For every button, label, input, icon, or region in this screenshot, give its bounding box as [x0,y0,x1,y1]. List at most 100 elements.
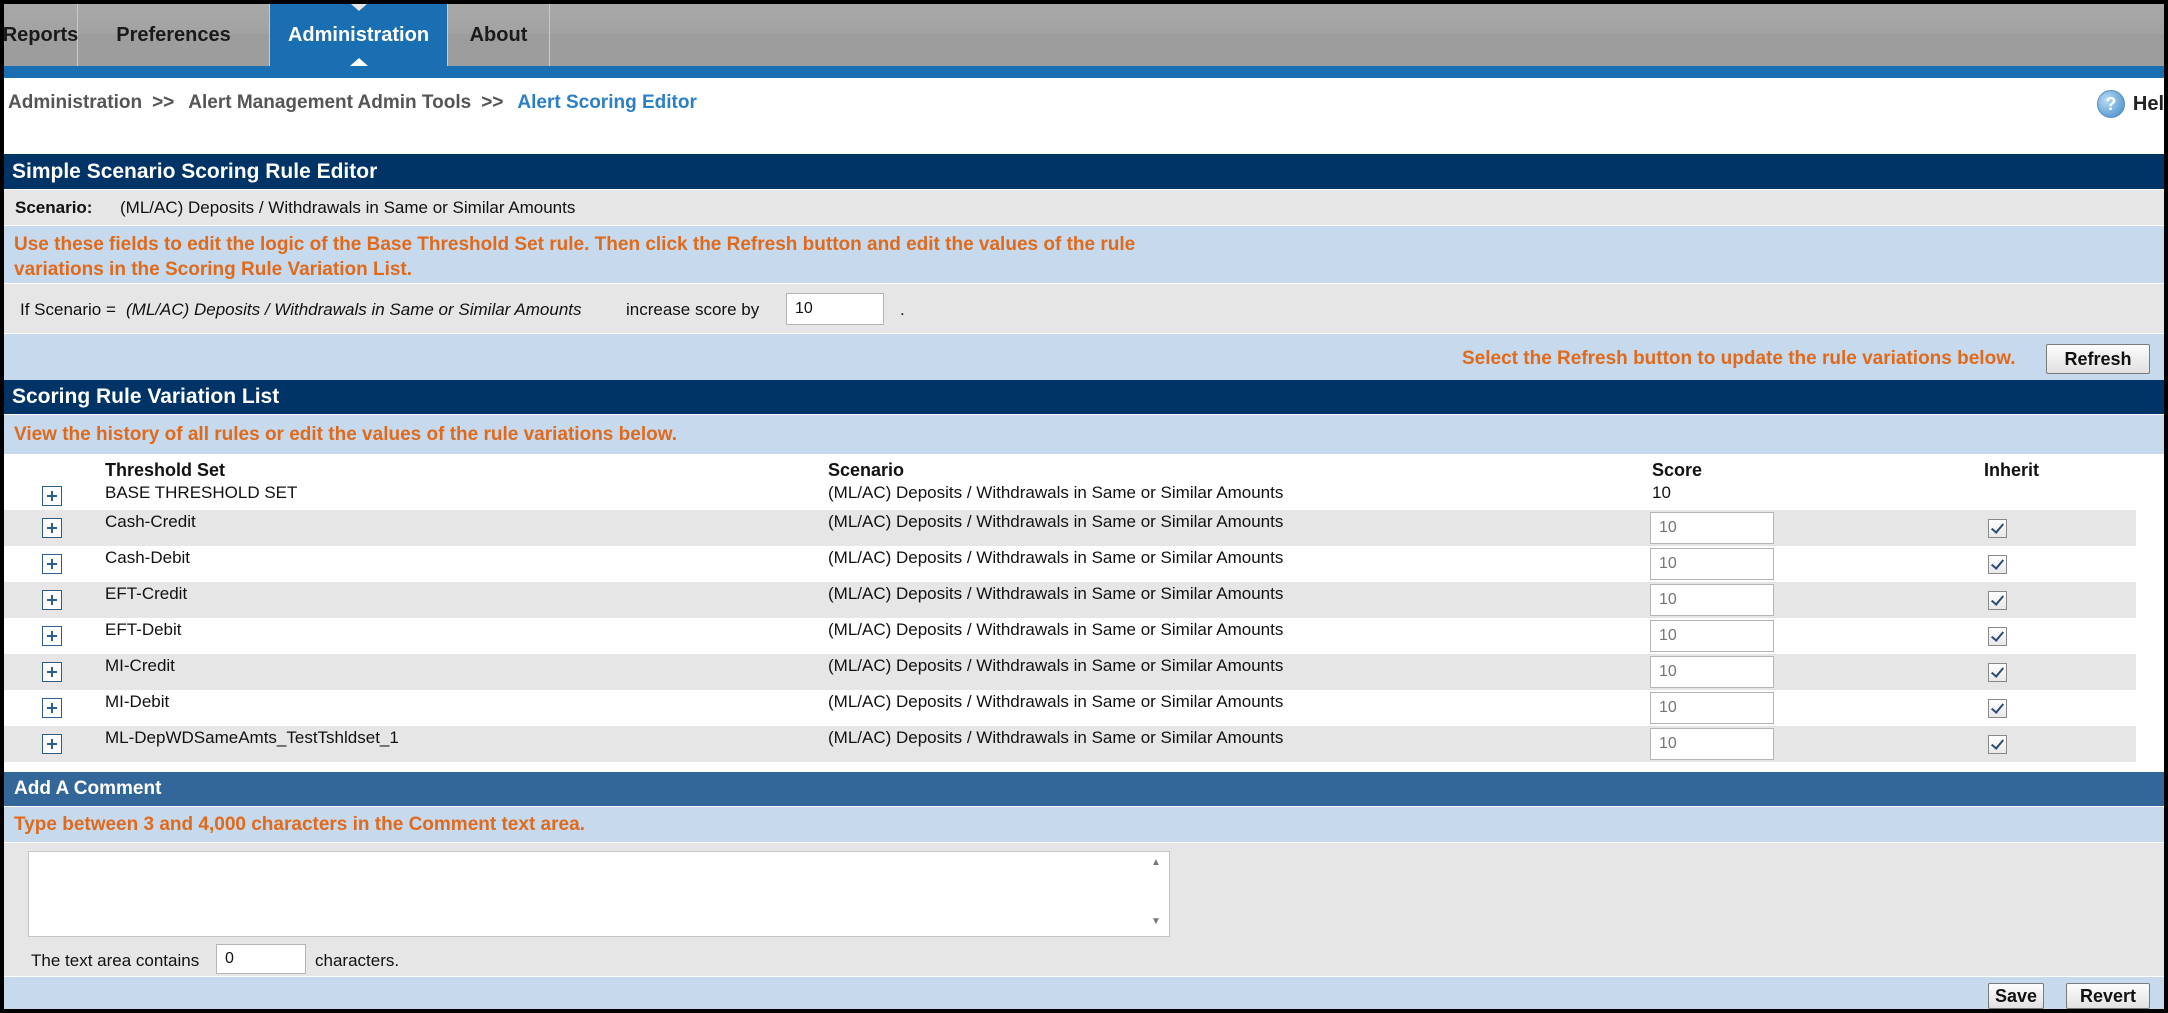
breadcrumb-administration[interactable]: Administration [8,92,142,113]
inherit-checkbox[interactable] [1988,555,2007,574]
column-header-inherit[interactable]: Inherit [1984,460,2039,481]
threshold-set-cell: BASE THRESHOLD SET [105,483,298,502]
rule-suffix: . [900,300,905,319]
breadcrumb: Administration >> Alert Management Admin T… [8,92,697,114]
expand-icon[interactable] [42,486,62,506]
scenario-label: Scenario: [15,198,93,217]
scenario-cell: (ML/AC) Deposits / Withdrawals in Same o… [828,483,1284,502]
app-window: Reports Preferences Administration About… [4,4,2164,1009]
scenario-cell: (ML/AC) Deposits / Withdrawals in Same o… [828,584,1284,603]
save-button[interactable]: Save [1988,983,2044,1009]
score-input[interactable] [1650,620,1774,652]
editor-title: Simple Scenario Scoring Rule Editor [12,159,378,183]
scenario-value: (ML/AC) Deposits / Withdrawals in Same o… [120,198,576,217]
expand-icon[interactable] [42,518,62,538]
char-count-field [216,944,306,974]
inherit-checkbox[interactable] [1988,735,2007,754]
breadcrumb-current: Alert Scoring Editor [517,92,697,113]
char-count-suffix: characters. [315,951,400,970]
table-row: MI-Credit (ML/AC) Deposits / Withdrawals… [4,654,2136,690]
threshold-set-cell: EFT-Credit [105,584,188,603]
inherit-checkbox[interactable] [1988,663,2007,682]
column-header-threshold-set[interactable]: Threshold Set [105,460,225,481]
editor-instruction-band: Use these fields to edit the logic of th… [4,225,2164,283]
variations-title: Scoring Rule Variation List [12,385,280,408]
threshold-set-cell: Cash-Credit [105,512,196,531]
score-cell: 10 [1652,483,1671,502]
rule-middle-text: increase score by [626,300,760,319]
scenario-cell: (ML/AC) Deposits / Withdrawals in Same o… [828,512,1284,531]
rule-prefix: If Scenario = [20,300,116,319]
score-input[interactable] [1650,656,1774,688]
editor-instruction-line1: Use these fields to edit the logic of th… [14,234,1136,255]
breadcrumb-separator: >> [152,92,175,113]
inherit-checkbox[interactable] [1988,627,2007,646]
scenario-cell: (ML/AC) Deposits / Withdrawals in Same o… [828,620,1284,639]
comment-instruction: Type between 3 and 4,000 characters in t… [14,814,585,835]
top-nav: Reports Preferences Administration About [4,4,2164,68]
rule-row: If Scenario = (ML/AC) Deposits / Withdra… [4,283,2164,333]
score-input[interactable] [1650,548,1774,580]
scenario-row: Scenario: (ML/AC) Deposits / Withdrawals… [4,189,2164,225]
nav-underline [4,66,2164,78]
editor-section-header: Simple Scenario Scoring Rule Editor [4,154,2164,189]
inherit-checkbox[interactable] [1988,699,2007,718]
score-input[interactable] [1650,512,1774,544]
expand-icon[interactable] [42,590,62,610]
refresh-band: Select the Refresh button to update the … [4,333,2164,380]
tab-about[interactable]: About [448,4,550,66]
expand-icon[interactable] [42,734,62,754]
tab-reports[interactable]: Reports [4,4,78,66]
comment-textarea[interactable] [28,851,1170,937]
help-icon[interactable]: ? [2096,90,2125,118]
editor-instruction-line2: variations in the Scoring Rule Variation… [14,259,413,280]
threshold-set-cell: MI-Credit [105,656,175,675]
scenario-cell: (ML/AC) Deposits / Withdrawals in Same o… [828,692,1284,711]
inherit-checkbox[interactable] [1988,519,2007,538]
comment-title: Add A Comment [14,778,162,799]
table-row: EFT-Credit (ML/AC) Deposits / Withdrawal… [4,582,2136,618]
table-row: Cash-Debit (ML/AC) Deposits / Withdrawal… [4,546,2136,582]
column-header-scenario[interactable]: Scenario [828,460,904,481]
base-score-input[interactable] [786,293,884,325]
threshold-set-cell: ML-DepWDSameAmts_TestTshldset_1 [105,728,399,747]
breadcrumb-alert-management-admin-tools[interactable]: Alert Management Admin Tools [188,92,471,113]
revert-button[interactable]: Revert [2066,983,2150,1009]
variations-instruction: View the history of all rules or edit th… [14,424,678,445]
char-count-prefix: The text area contains [31,951,200,970]
scroll-down-icon[interactable]: ▼ [1148,916,1164,930]
threshold-set-cell: MI-Debit [105,692,170,711]
inherit-checkbox[interactable] [1988,591,2007,610]
breadcrumb-separator: >> [481,92,504,113]
expand-icon[interactable] [42,554,62,574]
refresh-button[interactable]: Refresh [2046,344,2150,374]
scenario-cell: (ML/AC) Deposits / Withdrawals in Same o… [828,656,1284,675]
expand-icon[interactable] [42,698,62,718]
column-header-score[interactable]: Score [1652,460,1702,481]
comment-instruction-band: Type between 3 and 4,000 characters in t… [4,806,2164,842]
scenario-cell: (ML/AC) Deposits / Withdrawals in Same o… [828,548,1284,567]
table-row: MI-Debit (ML/AC) Deposits / Withdrawals … [4,690,2136,726]
table-row: EFT-Debit (ML/AC) Deposits / Withdrawals… [4,618,2136,654]
expand-icon[interactable] [42,626,62,646]
scenario-cell: (ML/AC) Deposits / Withdrawals in Same o… [828,728,1284,747]
table-row: ML-DepWDSameAmts_TestTshldset_1 (ML/AC) … [4,726,2136,762]
comment-section-header: Add A Comment [4,772,2164,806]
score-input[interactable] [1650,728,1774,760]
table-row: BASE THRESHOLD SET (ML/AC) Deposits / Wi… [4,482,2136,510]
action-band: Save Revert [4,976,2164,1009]
table-row: Cash-Credit (ML/AC) Deposits / Withdrawa… [4,510,2136,546]
help-link[interactable]: ? Hel [2096,90,2164,118]
score-input[interactable] [1650,692,1774,724]
variations-instruction-band: View the history of all rules or edit th… [4,414,2164,452]
score-input[interactable] [1650,584,1774,616]
table-scroll-area [2136,484,2164,764]
help-label[interactable]: Hel [2133,93,2164,116]
tab-administration[interactable]: Administration [270,4,448,66]
rule-scenario: (ML/AC) Deposits / Withdrawals in Same o… [126,300,582,319]
expand-icon[interactable] [42,662,62,682]
tab-preferences[interactable]: Preferences [78,4,270,66]
refresh-hint: Select the Refresh button to update the … [1462,348,2016,369]
scroll-up-icon[interactable]: ▲ [1148,857,1164,871]
threshold-set-cell: Cash-Debit [105,548,191,567]
